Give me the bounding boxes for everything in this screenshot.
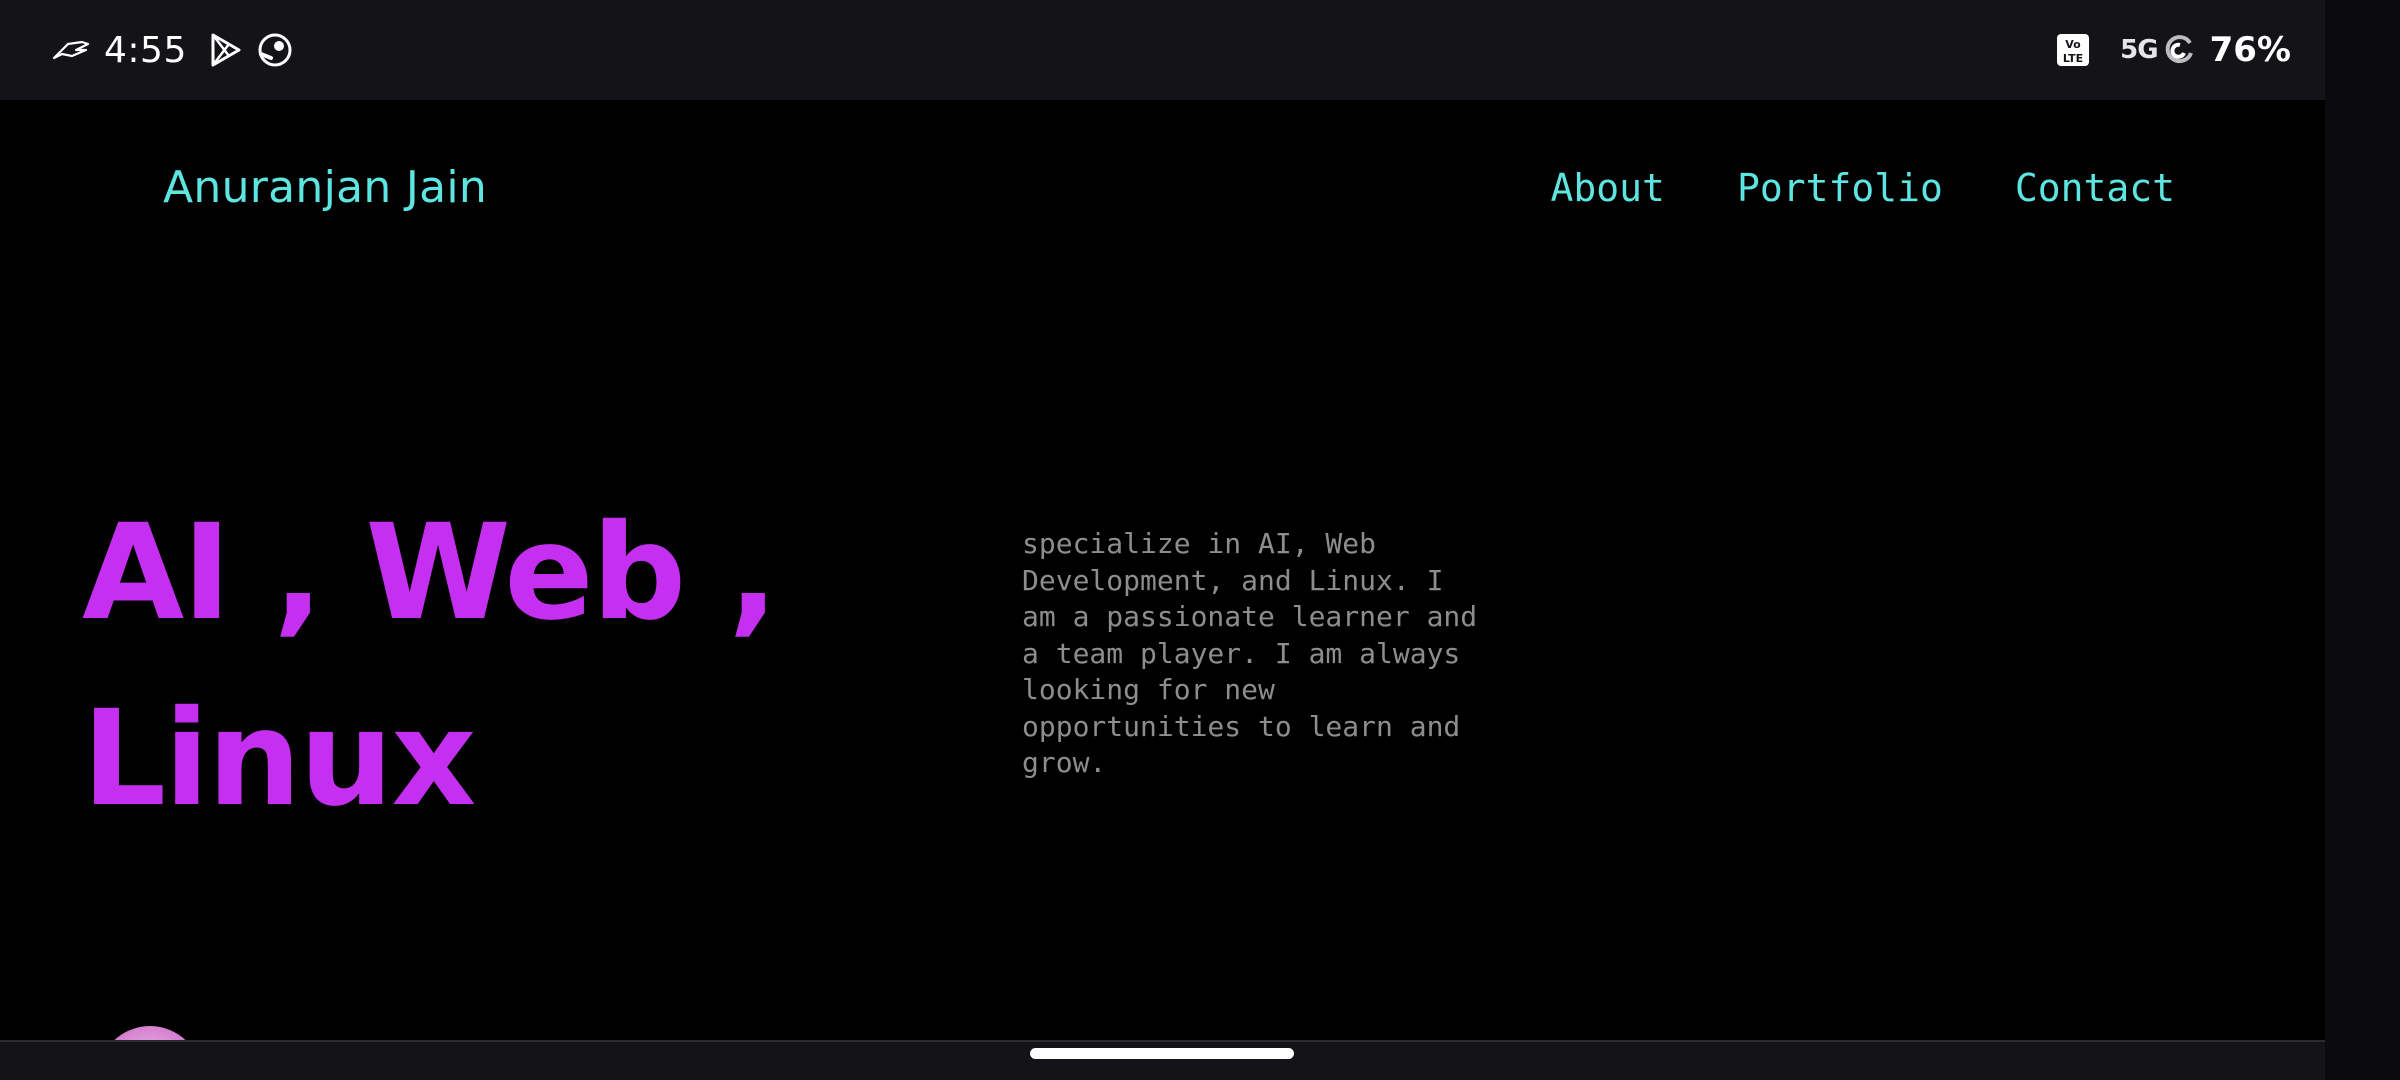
- signal-sync-icon: [2162, 33, 2196, 67]
- main-nav: About Portfolio Contact: [1551, 166, 2175, 210]
- rog-icon: [52, 38, 90, 62]
- status-time: 4:55: [104, 29, 187, 71]
- home-indicator[interactable]: [1030, 1048, 1294, 1059]
- hero-title-line-2: Linux: [82, 682, 476, 836]
- svg-text:Vo: Vo: [2065, 38, 2081, 51]
- hero-title: AI , Web , Linux: [82, 480, 778, 852]
- site-header: Anuranjan Jain About Portfolio Contact: [0, 100, 2325, 290]
- brand-link[interactable]: Anuranjan Jain: [163, 162, 487, 213]
- volte-icon: Vo LTE: [2056, 33, 2090, 67]
- network-type: 5G: [2120, 35, 2158, 65]
- nav-portfolio-link[interactable]: Portfolio: [1737, 166, 1943, 210]
- status-bar: 4:55 Vo LTE 5G 76%: [0, 0, 2325, 100]
- status-bar-right: Vo LTE 5G 76%: [2056, 0, 2291, 100]
- svg-text:LTE: LTE: [2063, 52, 2083, 65]
- battery-level: 76%: [2209, 30, 2291, 70]
- side-strip: [2325, 0, 2400, 1080]
- status-bar-left: 4:55: [52, 0, 293, 100]
- screen: 4:55 Vo LTE 5G 76% Anuranjan Jain About …: [0, 0, 2400, 1080]
- hero-description: specialize in AI, Web Development, and L…: [1022, 527, 1478, 779]
- system-nav-bar: [0, 1040, 2325, 1080]
- play-store-icon: [209, 32, 243, 68]
- steam-icon: [257, 32, 293, 68]
- nav-about-link[interactable]: About: [1551, 166, 1665, 210]
- nav-contact-link[interactable]: Contact: [2015, 166, 2175, 210]
- hero-title-line-1: AI , Web ,: [82, 496, 778, 650]
